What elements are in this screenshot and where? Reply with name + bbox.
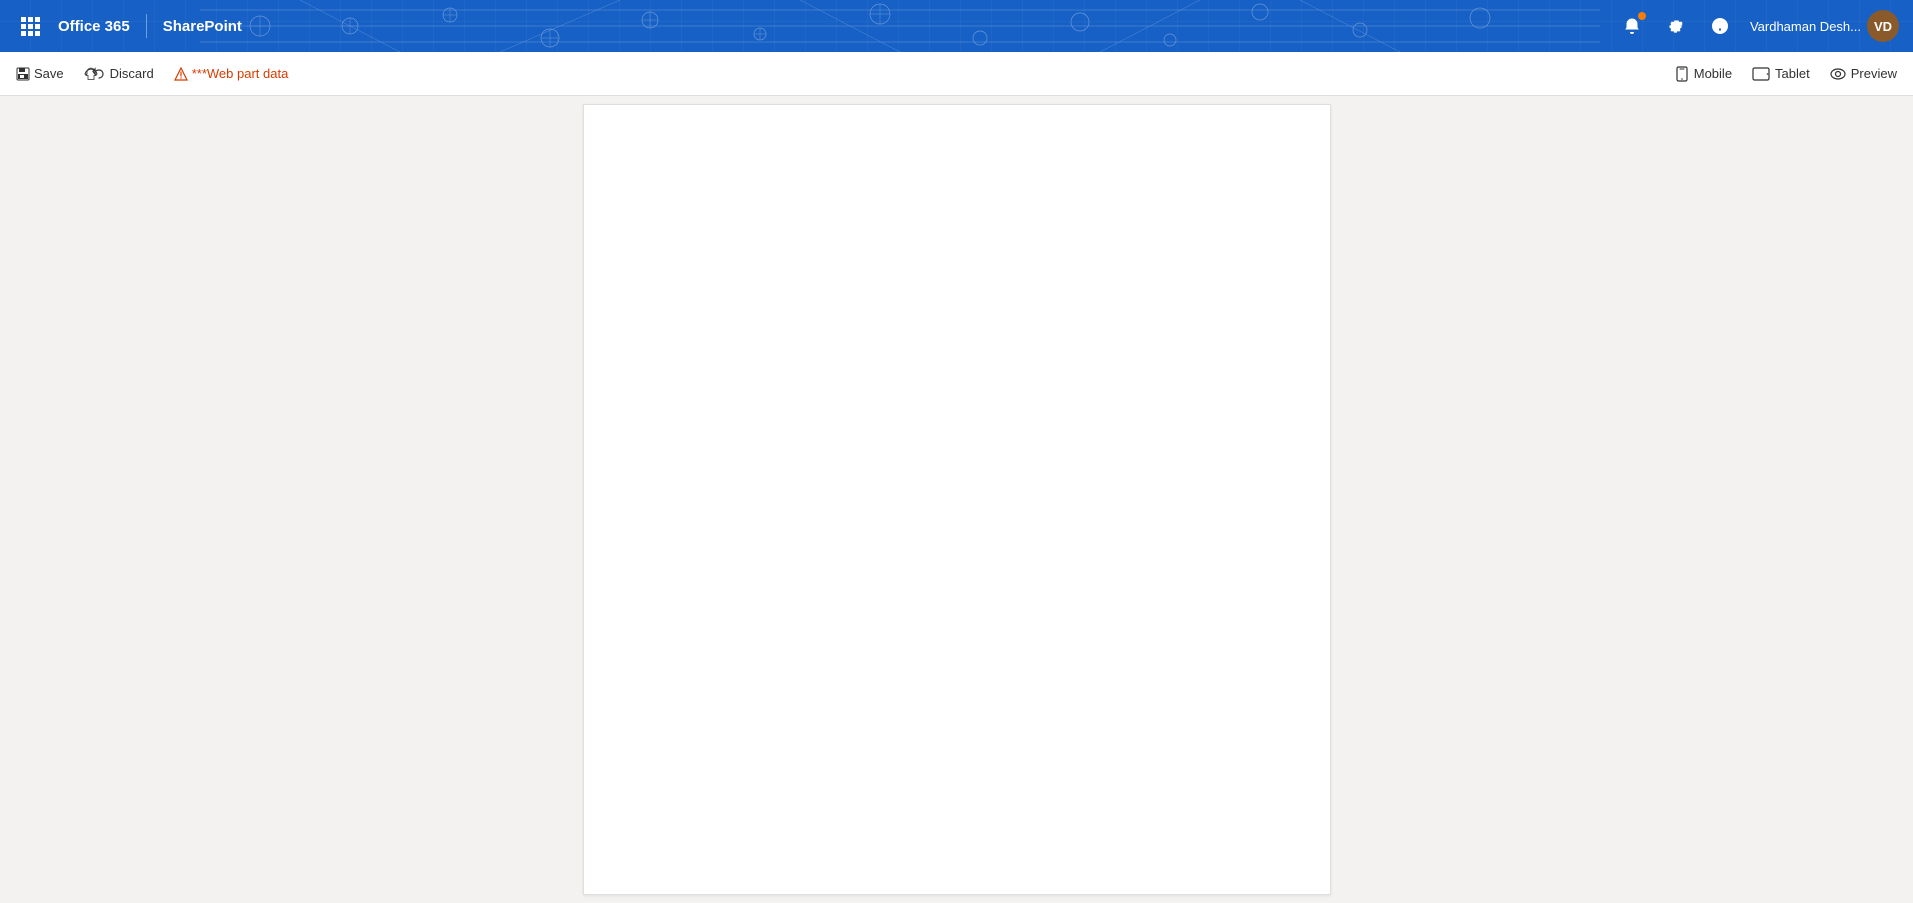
view-toggle-group: Mobile Tablet Preview [1667, 62, 1905, 86]
notifications-button[interactable] [1612, 6, 1652, 46]
help-icon [1711, 17, 1729, 35]
save-icon [16, 67, 30, 81]
office365-title[interactable]: Office 365 [54, 18, 142, 35]
tablet-icon [1752, 67, 1770, 81]
save-button[interactable]: Save [8, 62, 72, 85]
webpart-warning-label: ***Web part data [192, 66, 289, 81]
avatar-initials: VD [1874, 19, 1892, 34]
mobile-view-button[interactable]: Mobile [1667, 62, 1740, 86]
discard-button[interactable]: Discard [76, 62, 162, 85]
content-area [0, 96, 1913, 903]
help-button[interactable] [1700, 6, 1740, 46]
waffle-icon [21, 17, 40, 36]
discard-label: Discard [110, 66, 154, 81]
mobile-icon [1675, 66, 1689, 82]
page-canvas [583, 104, 1331, 895]
preview-icon [1830, 67, 1846, 81]
top-nav-bar: Office 365 SharePoint Var [0, 0, 1913, 52]
page-canvas-wrapper [0, 96, 1913, 903]
preview-button[interactable]: Preview [1822, 62, 1905, 85]
gear-icon [1667, 17, 1685, 35]
undo-icon [92, 67, 106, 81]
tablet-view-button[interactable]: Tablet [1744, 62, 1818, 85]
preview-label: Preview [1851, 66, 1897, 81]
tablet-label: Tablet [1775, 66, 1810, 81]
save-label: Save [34, 66, 64, 81]
bell-icon [1623, 17, 1641, 35]
avatar: VD [1867, 10, 1899, 42]
notification-badge [1638, 12, 1646, 20]
waffle-menu-button[interactable] [6, 0, 54, 52]
user-display-name: Vardhaman Desh... [1750, 19, 1861, 34]
settings-button[interactable] [1656, 6, 1696, 46]
user-menu[interactable]: Vardhaman Desh... VD [1744, 0, 1905, 52]
nav-title-divider [146, 14, 147, 38]
warning-icon [174, 67, 188, 81]
mobile-label: Mobile [1694, 66, 1732, 81]
webpart-warning[interactable]: ***Web part data [166, 62, 297, 85]
editing-toolbar: Save Discard ***Web part data Mob [0, 52, 1913, 96]
sharepoint-title[interactable]: SharePoint [151, 18, 254, 35]
